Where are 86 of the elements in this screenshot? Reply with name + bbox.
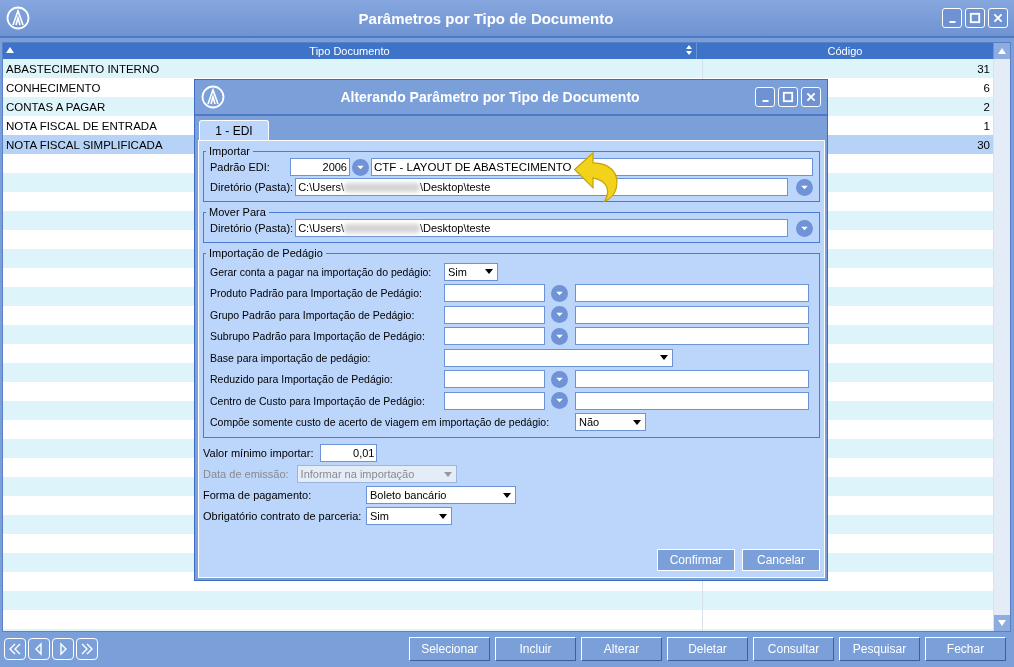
dropdown-icon[interactable]: [796, 178, 813, 196]
next-button[interactable]: [52, 638, 74, 660]
dropdown-icon[interactable]: [352, 158, 369, 176]
field-label: Padrão EDI:: [210, 161, 271, 173]
logo-icon: [6, 6, 30, 30]
dropdown-icon[interactable]: [551, 327, 568, 345]
caret-icon: [660, 355, 668, 361]
close-icon: [992, 12, 1004, 24]
action-button[interactable]: Selecionar: [409, 637, 490, 661]
window-title: Parâmetros por Tipo de Documento: [357, 9, 615, 27]
maximize-icon: [782, 91, 794, 103]
sort-icon: [686, 45, 692, 55]
double-right-icon: [80, 642, 94, 656]
maximize-button[interactable]: [965, 8, 985, 28]
input-field[interactable]: C:\Users\ \Desktop\teste: [295, 219, 788, 237]
dialog-button[interactable]: Confirmar: [657, 549, 735, 571]
close-button[interactable]: [801, 87, 821, 107]
dropdown-icon[interactable]: [551, 370, 568, 388]
input-field[interactable]: [444, 327, 545, 346]
table-row[interactable]: ABASTECIMENTO INTERNO 31: [3, 59, 994, 78]
action-button[interactable]: Consultar: [753, 637, 834, 661]
first-button[interactable]: [4, 638, 26, 660]
scroll-down-icon[interactable]: [998, 620, 1006, 626]
field-label: Compõe somente custo de acerto de viagem em importação de pedágio:: [210, 416, 551, 429]
maximize-button[interactable]: [778, 87, 798, 107]
field-label: Forma de pagamento:: [203, 489, 313, 501]
field-label: Subrupo Padrão para Importação de Pedágio:: [210, 330, 426, 343]
group-title: Mover Para: [208, 206, 267, 218]
input-field[interactable]: 2006: [290, 158, 350, 176]
field-label: Base para importação de pedágio:: [210, 351, 372, 364]
input-field[interactable]: [575, 305, 809, 324]
close-button[interactable]: [988, 8, 1008, 28]
dropdown-icon[interactable]: [551, 392, 568, 410]
input-field[interactable]: CTF - LAYOUT DE ABASTECIMENTO: [371, 158, 813, 176]
maximize-icon: [969, 12, 981, 24]
field-label: Data de emissão:: [203, 468, 289, 480]
field-label: Grupo Padrão para Importação de Pedágio:: [210, 308, 416, 321]
action-button[interactable]: Deletar: [667, 637, 748, 661]
dialog-button[interactable]: Cancelar: [742, 549, 820, 571]
action-button[interactable]: Alterar: [581, 637, 662, 661]
minimize-icon: [948, 21, 956, 23]
dropdown-icon[interactable]: [796, 219, 813, 237]
dropdown-icon[interactable]: [551, 306, 568, 324]
caret-icon: [503, 492, 511, 498]
input-field[interactable]: [575, 391, 809, 410]
input-field[interactable]: [575, 370, 809, 389]
dropdown[interactable]: Sim: [444, 262, 498, 281]
action-button[interactable]: Incluir: [495, 637, 576, 661]
input-field[interactable]: C:\Users\ \Desktop\teste: [295, 178, 788, 196]
field-label: Reduzido para Importação de Pedágio:: [210, 373, 394, 386]
tab[interactable]: 1 - EDI: [199, 120, 269, 140]
input-field[interactable]: [575, 327, 809, 346]
input-field[interactable]: [444, 370, 545, 389]
scrollbar[interactable]: [994, 43, 1010, 631]
input-field[interactable]: [444, 305, 545, 324]
dropdown[interactable]: Não: [575, 413, 646, 432]
sort-up-icon: [6, 47, 14, 53]
input-field[interactable]: 0,01: [320, 444, 378, 462]
action-button[interactable]: Pesquisar: [839, 637, 920, 661]
last-button[interactable]: [76, 638, 98, 660]
caret-icon: [439, 513, 447, 519]
dropdown[interactable]: Boleto bancário: [366, 486, 516, 504]
minimize-icon: [761, 100, 769, 102]
field-label: Diretório (Pasta):: [210, 181, 294, 193]
dropdown-icon[interactable]: [551, 284, 568, 302]
field-label: Obrigatório contrato de parceria:: [203, 510, 359, 522]
field-label: Diretório (Pasta):: [210, 222, 294, 234]
action-button[interactable]: Fechar: [925, 637, 1006, 661]
close-icon: [805, 91, 817, 103]
minimize-button[interactable]: [755, 87, 775, 107]
dropdown[interactable]: Sim: [366, 507, 452, 525]
field-label: Produto Padrão para Importação de Pedágio:: [210, 287, 423, 300]
group-title: Importação de Pedágio: [208, 247, 324, 259]
field-label: Gerar conta a pagar na importação do pedágio:: [210, 265, 433, 278]
logo-icon: [201, 85, 225, 109]
minimize-button[interactable]: [942, 8, 962, 28]
input-field[interactable]: [575, 284, 809, 303]
double-left-icon: [8, 642, 22, 656]
input-field[interactable]: [444, 284, 545, 303]
previous-button[interactable]: [28, 638, 50, 660]
input-field[interactable]: [444, 391, 545, 410]
scroll-up-icon[interactable]: [998, 48, 1006, 54]
group-title: Importar: [208, 145, 251, 157]
field-label: Valor mínimo importar:: [203, 447, 314, 459]
dropdown[interactable]: [444, 348, 673, 367]
field-label: Centro de Custo para Importação de Pedágio:: [210, 394, 426, 407]
